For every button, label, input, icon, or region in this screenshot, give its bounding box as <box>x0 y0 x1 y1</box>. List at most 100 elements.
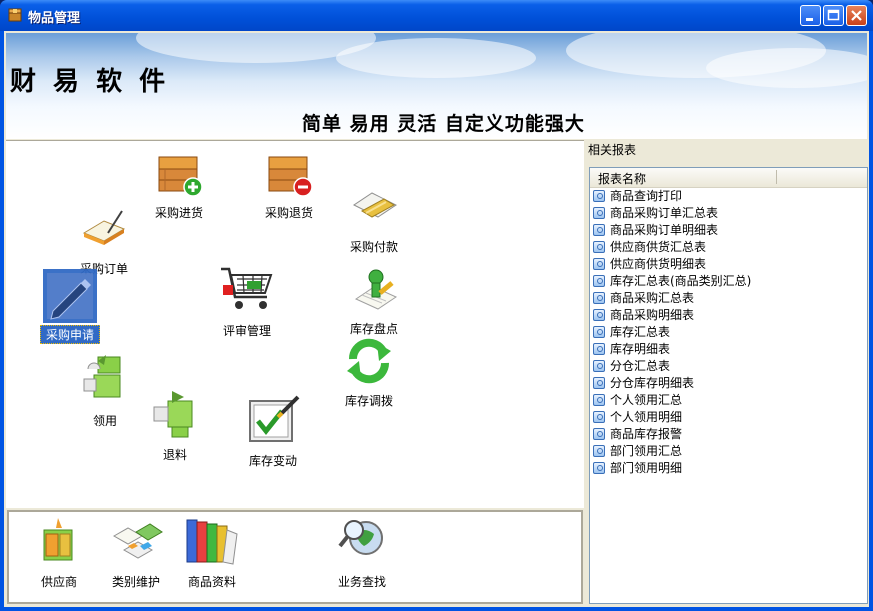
return-material-label: 退料 <box>162 448 187 462</box>
report-icon <box>593 411 605 423</box>
shortcuts-panel: 供应商 类别维护 商品资料 业务查找 <box>7 510 583 604</box>
reports-column-header[interactable]: 报表名称 <box>590 168 867 188</box>
report-item[interactable]: 分仓库存明细表 <box>590 375 867 392</box>
report-item[interactable]: 商品采购订单明细表 <box>590 222 867 239</box>
report-icon <box>593 377 605 389</box>
purchase-pay-button[interactable]: 采购付款 <box>344 185 404 255</box>
stocktake-button[interactable]: 库存盘点 <box>344 265 404 337</box>
window-title: 物品管理 <box>28 11 81 26</box>
supplier-label: 供应商 <box>40 575 77 589</box>
goods-button[interactable]: 商品资料 <box>181 516 243 590</box>
report-item[interactable]: 商品查询打印 <box>590 188 867 205</box>
stocktake-clipboard-icon <box>354 269 398 310</box>
brand-name: 财 易 软 件 <box>10 67 170 97</box>
report-icon <box>593 462 605 474</box>
report-item-label: 供应商供货明细表 <box>610 257 707 271</box>
report-item[interactable]: 分仓汇总表 <box>590 358 867 375</box>
category-blocks-icon <box>112 523 163 559</box>
purchase-request-button[interactable]: 采购申请 <box>40 269 100 344</box>
order-pad-icon <box>82 210 126 245</box>
close-icon <box>851 10 862 21</box>
request-pen-icon <box>43 269 97 323</box>
category-button[interactable]: 类别维护 <box>105 516 167 590</box>
report-icon <box>593 258 605 270</box>
maximize-button[interactable] <box>823 5 844 26</box>
report-icon <box>593 275 605 287</box>
report-item[interactable]: 库存汇总表 <box>590 324 867 341</box>
report-icon <box>593 394 605 406</box>
report-name-column[interactable]: 报表名称 <box>598 170 646 187</box>
header-banner: 财 易 软 件 简单 易用 灵活 自定义功能强大 <box>6 33 867 139</box>
transfer-label: 库存调拨 <box>344 394 393 408</box>
search-button[interactable]: 业务查找 <box>331 516 393 590</box>
requisition-label: 领用 <box>92 414 117 428</box>
report-item-label: 库存汇总表(商品类别汇总) <box>610 274 752 288</box>
minimize-button[interactable] <box>800 5 821 26</box>
report-icon <box>593 343 605 355</box>
report-item-label: 分仓库存明细表 <box>610 376 695 390</box>
purchase-order-button[interactable]: 采购订单 <box>74 205 134 277</box>
supplier-button[interactable]: 供应商 <box>31 516 87 590</box>
purchase-in-button[interactable]: 采购进货 <box>149 147 209 221</box>
report-item[interactable]: 供应商供货汇总表 <box>590 239 867 256</box>
supplier-puzzle-icon <box>43 518 73 561</box>
box-app-icon <box>8 8 22 22</box>
report-item[interactable]: 个人领用明细 <box>590 409 867 426</box>
title-bar[interactable]: 物品管理 <box>0 0 873 31</box>
purchase-in-label: 采购进货 <box>154 206 203 220</box>
report-item-label: 商品采购订单明细表 <box>610 223 719 237</box>
report-item[interactable]: 商品采购汇总表 <box>590 290 867 307</box>
books-icon <box>186 519 238 565</box>
purchase-request-label: 采购申请 <box>40 325 100 344</box>
purchase-pay-label: 采购付款 <box>349 240 398 254</box>
report-item[interactable]: 供应商供货明细表 <box>590 256 867 273</box>
report-icon <box>593 292 605 304</box>
report-icon <box>593 309 605 321</box>
crate-add-icon <box>158 156 203 197</box>
report-item[interactable]: 个人领用汇总 <box>590 392 867 409</box>
report-item[interactable]: 库存汇总表(商品类别汇总) <box>590 273 867 290</box>
crate-remove-icon <box>268 156 313 197</box>
purchase-return-button[interactable]: 采购退货 <box>259 147 319 221</box>
purchase-return-label: 采购退货 <box>264 206 313 220</box>
payment-card-icon <box>353 192 397 218</box>
review-button[interactable]: 评审管理 <box>214 263 280 339</box>
column-separator[interactable] <box>776 170 777 184</box>
category-label: 类别维护 <box>111 575 160 589</box>
close-button[interactable] <box>846 5 867 26</box>
goods-label: 商品资料 <box>187 575 236 589</box>
stock-change-button[interactable]: 库存变动 <box>240 393 306 469</box>
report-icon <box>593 326 605 338</box>
report-item-label: 商品采购明细表 <box>610 308 695 322</box>
report-item-label: 库存汇总表 <box>610 325 671 339</box>
report-items: 商品查询打印商品采购订单汇总表 商品采购订单明细表 供应商供货汇总表 供应商供货明细表… <box>590 188 867 477</box>
report-icon <box>593 428 605 440</box>
refresh-arrows-icon <box>347 338 391 384</box>
report-item[interactable]: 商品库存报警 <box>590 426 867 443</box>
report-item-label: 库存明细表 <box>610 342 671 356</box>
report-item-label: 供应商供货汇总表 <box>610 240 707 254</box>
app-window: 物品管理 财 易 软 件 简单 易用 灵活 自定义功能强大 采购进货 采购退货 … <box>0 0 873 611</box>
return-material-button[interactable]: 退料 <box>150 387 200 463</box>
report-item[interactable]: 商品采购订单汇总表 <box>590 205 867 222</box>
report-icon <box>593 445 605 457</box>
requisition-button[interactable]: 领用 <box>80 351 130 429</box>
slogan: 简单 易用 灵活 自定义功能强大 <box>302 113 585 135</box>
report-icon <box>593 360 605 372</box>
report-item[interactable]: 部门领用汇总 <box>590 443 867 460</box>
reports-list[interactable]: 报表名称 商品查询打印商品采购订单汇总表 商品采购订单明细表 供应商供货汇总表 供应商… <box>589 167 868 604</box>
report-item-label: 商品查询打印 <box>610 189 683 203</box>
transfer-button[interactable]: 库存调拨 <box>336 335 402 409</box>
requisition-puzzle-icon <box>83 355 121 398</box>
report-item-label: 商品采购汇总表 <box>610 291 695 305</box>
report-item[interactable]: 库存明细表 <box>590 341 867 358</box>
report-item-label: 分仓汇总表 <box>610 359 671 373</box>
report-item-label: 个人领用汇总 <box>610 393 683 407</box>
report-item[interactable]: 部门领用明细 <box>590 460 867 477</box>
return-puzzle-icon <box>153 391 193 438</box>
maximize-icon <box>827 9 840 21</box>
report-item-label: 商品库存报警 <box>610 427 683 441</box>
report-item-label: 商品采购订单汇总表 <box>610 206 719 220</box>
report-item[interactable]: 商品采购明细表 <box>590 307 867 324</box>
search-label: 业务查找 <box>337 575 386 589</box>
